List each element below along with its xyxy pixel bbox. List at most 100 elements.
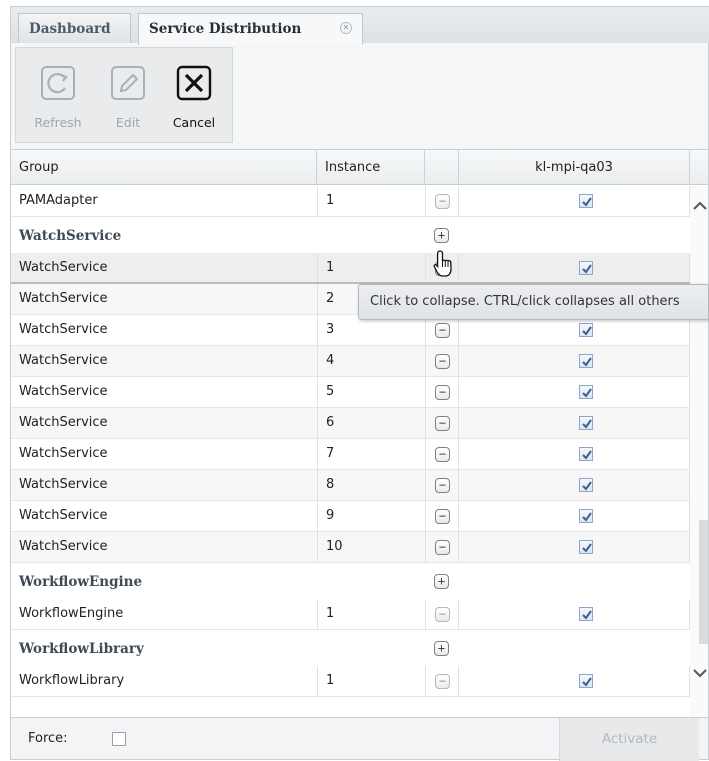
toggle-cell: − (425, 439, 459, 469)
host-cell (459, 408, 690, 438)
group-row: WorkflowEngine + (11, 563, 690, 599)
group-cell: WorkflowLibrary (19, 673, 125, 688)
refresh-label: Refresh (34, 115, 82, 130)
host-cell (459, 253, 690, 282)
host-checkbox[interactable] (579, 540, 593, 554)
group-cell: WatchService (19, 446, 108, 461)
table-row[interactable]: WatchService 6− (11, 408, 690, 439)
table-row[interactable]: WorkflowEngine 1− (11, 599, 690, 630)
group-cell: WatchService (19, 291, 108, 306)
group-cell: WatchService (19, 539, 108, 554)
edit-button[interactable]: Edit (98, 54, 158, 134)
collapse-icon[interactable]: − (435, 194, 450, 209)
column-header-host[interactable]: kl-mpi-qa03 (459, 150, 690, 185)
collapse-icon[interactable]: − (435, 447, 450, 462)
table-row[interactable]: WatchService 7− (11, 439, 690, 470)
grid-header: Group Instance kl-mpi-qa03 (11, 149, 708, 185)
check-icon (582, 512, 592, 522)
check-icon (582, 357, 592, 367)
group-row: WorkflowLibrary + (11, 630, 690, 666)
host-checkbox[interactable] (579, 674, 593, 688)
check-icon (582, 197, 592, 207)
table-row[interactable]: WatchService 8− (11, 470, 690, 501)
check-icon (582, 677, 592, 687)
cancel-label: Cancel (172, 115, 216, 130)
check-icon (582, 419, 592, 429)
instance-cell: 1 (317, 186, 421, 216)
collapse-icon[interactable]: − (435, 509, 450, 524)
check-icon (582, 610, 592, 620)
toggle-cell: − (425, 666, 459, 696)
tab-service-distribution[interactable]: Service Distribution ✕ (138, 13, 363, 45)
tab-close-icon[interactable]: ✕ (340, 22, 352, 34)
toolbar-group: Refresh Edit Cancel (15, 47, 233, 143)
scrollbar[interactable] (690, 186, 709, 717)
table-row[interactable]: WatchService1− (11, 253, 690, 284)
check-icon (582, 450, 592, 460)
service-grid: Group Instance kl-mpi-qa03 PAMAdapter 1− W… (10, 149, 709, 717)
host-checkbox[interactable] (579, 509, 593, 523)
toggle-cell: − (425, 501, 459, 531)
table-row[interactable]: WatchService 10− (11, 532, 690, 563)
toggle-cell: − (425, 532, 459, 562)
force-label: Force: (28, 731, 68, 746)
instance-cell: 6 (317, 408, 421, 438)
edit-icon (111, 66, 145, 100)
table-row[interactable]: WatchService 9− (11, 501, 690, 532)
collapse-icon[interactable]: − (435, 416, 450, 431)
expand-icon[interactable]: + (434, 641, 449, 656)
group-toggle-cell: + (425, 563, 459, 599)
collapse-icon[interactable]: − (435, 354, 450, 369)
instance-cell: 9 (317, 501, 421, 531)
host-checkbox[interactable] (579, 416, 593, 430)
collapse-icon[interactable]: − (435, 607, 450, 622)
tab-service-distribution-label: Service Distribution (149, 21, 302, 37)
expand-icon[interactable]: + (434, 228, 449, 243)
table-row[interactable]: WatchService 5− (11, 377, 690, 408)
host-checkbox[interactable] (579, 194, 593, 208)
toggle-cell: − (425, 186, 459, 216)
host-cell (459, 439, 690, 469)
force-checkbox[interactable] (112, 732, 126, 746)
instance-cell: 1 (317, 666, 421, 696)
collapse-icon[interactable]: − (435, 385, 450, 400)
table-row[interactable]: WatchService 4− (11, 346, 690, 377)
collapse-icon[interactable]: − (435, 323, 450, 338)
column-header-group[interactable]: Group (11, 150, 317, 185)
group-row: WatchService + (11, 217, 690, 253)
host-checkbox[interactable] (579, 385, 593, 399)
scroll-up-icon[interactable] (691, 197, 709, 215)
tab-bar: Dashboard Service Distribution ✕ (10, 6, 709, 45)
cancel-button[interactable]: Cancel (164, 54, 224, 134)
host-checkbox[interactable] (579, 261, 593, 275)
toggle-cell: − (425, 599, 459, 629)
activate-button[interactable]: Activate (559, 718, 699, 761)
instance-cell: 5 (317, 377, 421, 407)
host-checkbox[interactable] (579, 447, 593, 461)
check-icon (582, 326, 592, 336)
scroll-down-icon[interactable] (691, 664, 709, 682)
group-cell: WatchService (19, 353, 108, 368)
tab-dashboard[interactable]: Dashboard (18, 13, 131, 44)
instance-cell: 8 (317, 470, 421, 500)
instance-cell: 7 (317, 439, 421, 469)
column-header-instance[interactable]: Instance (317, 150, 425, 185)
table-row[interactable]: WorkflowLibrary 1− (11, 666, 690, 697)
group-cell: WatchService (19, 508, 108, 523)
toggle-cell: − (425, 470, 459, 500)
expand-icon[interactable]: + (434, 574, 449, 589)
host-cell (459, 532, 690, 562)
collapse-icon[interactable]: − (435, 478, 450, 493)
collapse-icon[interactable]: − (435, 540, 450, 555)
group-name: WorkflowLibrary (19, 641, 144, 657)
table-row[interactable]: PAMAdapter 1− (11, 186, 690, 217)
refresh-button[interactable]: Refresh (28, 54, 88, 134)
collapse-icon[interactable]: − (435, 674, 450, 689)
host-checkbox[interactable] (579, 478, 593, 492)
host-checkbox[interactable] (579, 607, 593, 621)
host-checkbox[interactable] (579, 354, 593, 368)
group-cell: WatchService (19, 477, 108, 492)
scroll-thumb[interactable] (699, 520, 708, 644)
group-cell: WatchService (19, 260, 108, 275)
host-checkbox[interactable] (579, 323, 593, 337)
